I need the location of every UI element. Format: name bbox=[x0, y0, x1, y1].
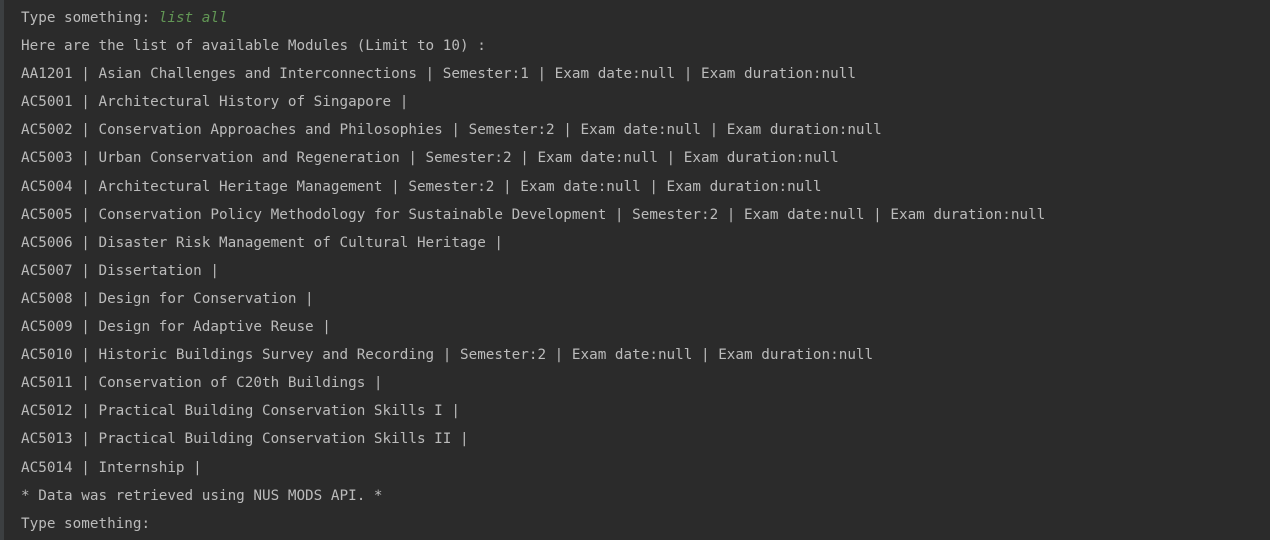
module-line: AC5011 | Conservation of C20th Buildings… bbox=[21, 375, 383, 392]
module-line: AC5001 | Architectural History of Singap… bbox=[21, 94, 409, 111]
module-line: AC5002 | Conservation Approaches and Phi… bbox=[21, 122, 882, 139]
header-line: Here are the list of available Modules (… bbox=[21, 38, 486, 55]
final-prompt[interactable]: Type something: bbox=[21, 510, 1270, 538]
module-line: AC5008 | Design for Conservation | bbox=[21, 290, 314, 307]
module-line: AC5012 | Practical Building Conservation… bbox=[21, 403, 460, 420]
module-line: AA1201 | Asian Challenges and Interconne… bbox=[21, 66, 856, 83]
prompt-label: Type something: bbox=[21, 10, 159, 26]
module-line: AC5006 | Disaster Risk Management of Cul… bbox=[21, 234, 504, 251]
module-line: AC5003 | Urban Conservation and Regenera… bbox=[21, 150, 839, 167]
module-line: AC5009 | Design for Adaptive Reuse | bbox=[21, 319, 331, 336]
console-output[interactable]: Type something: list all Here are the li… bbox=[0, 0, 1270, 540]
footer-line: * Data was retrieved using NUS MODS API.… bbox=[21, 487, 383, 504]
prompt-line: Type something: list all bbox=[21, 4, 1270, 32]
module-line: AC5004 | Architectural Heritage Manageme… bbox=[21, 178, 822, 195]
module-line: AC5013 | Practical Building Conservation… bbox=[21, 431, 469, 448]
module-line: AC5010 | Historic Buildings Survey and R… bbox=[21, 347, 874, 364]
user-command: list all bbox=[158, 10, 228, 26]
module-line: AC5014 | Internship | bbox=[21, 459, 202, 476]
module-line: AC5007 | Dissertation | bbox=[21, 262, 219, 279]
module-line: AC5005 | Conservation Policy Methodology… bbox=[21, 206, 1046, 223]
